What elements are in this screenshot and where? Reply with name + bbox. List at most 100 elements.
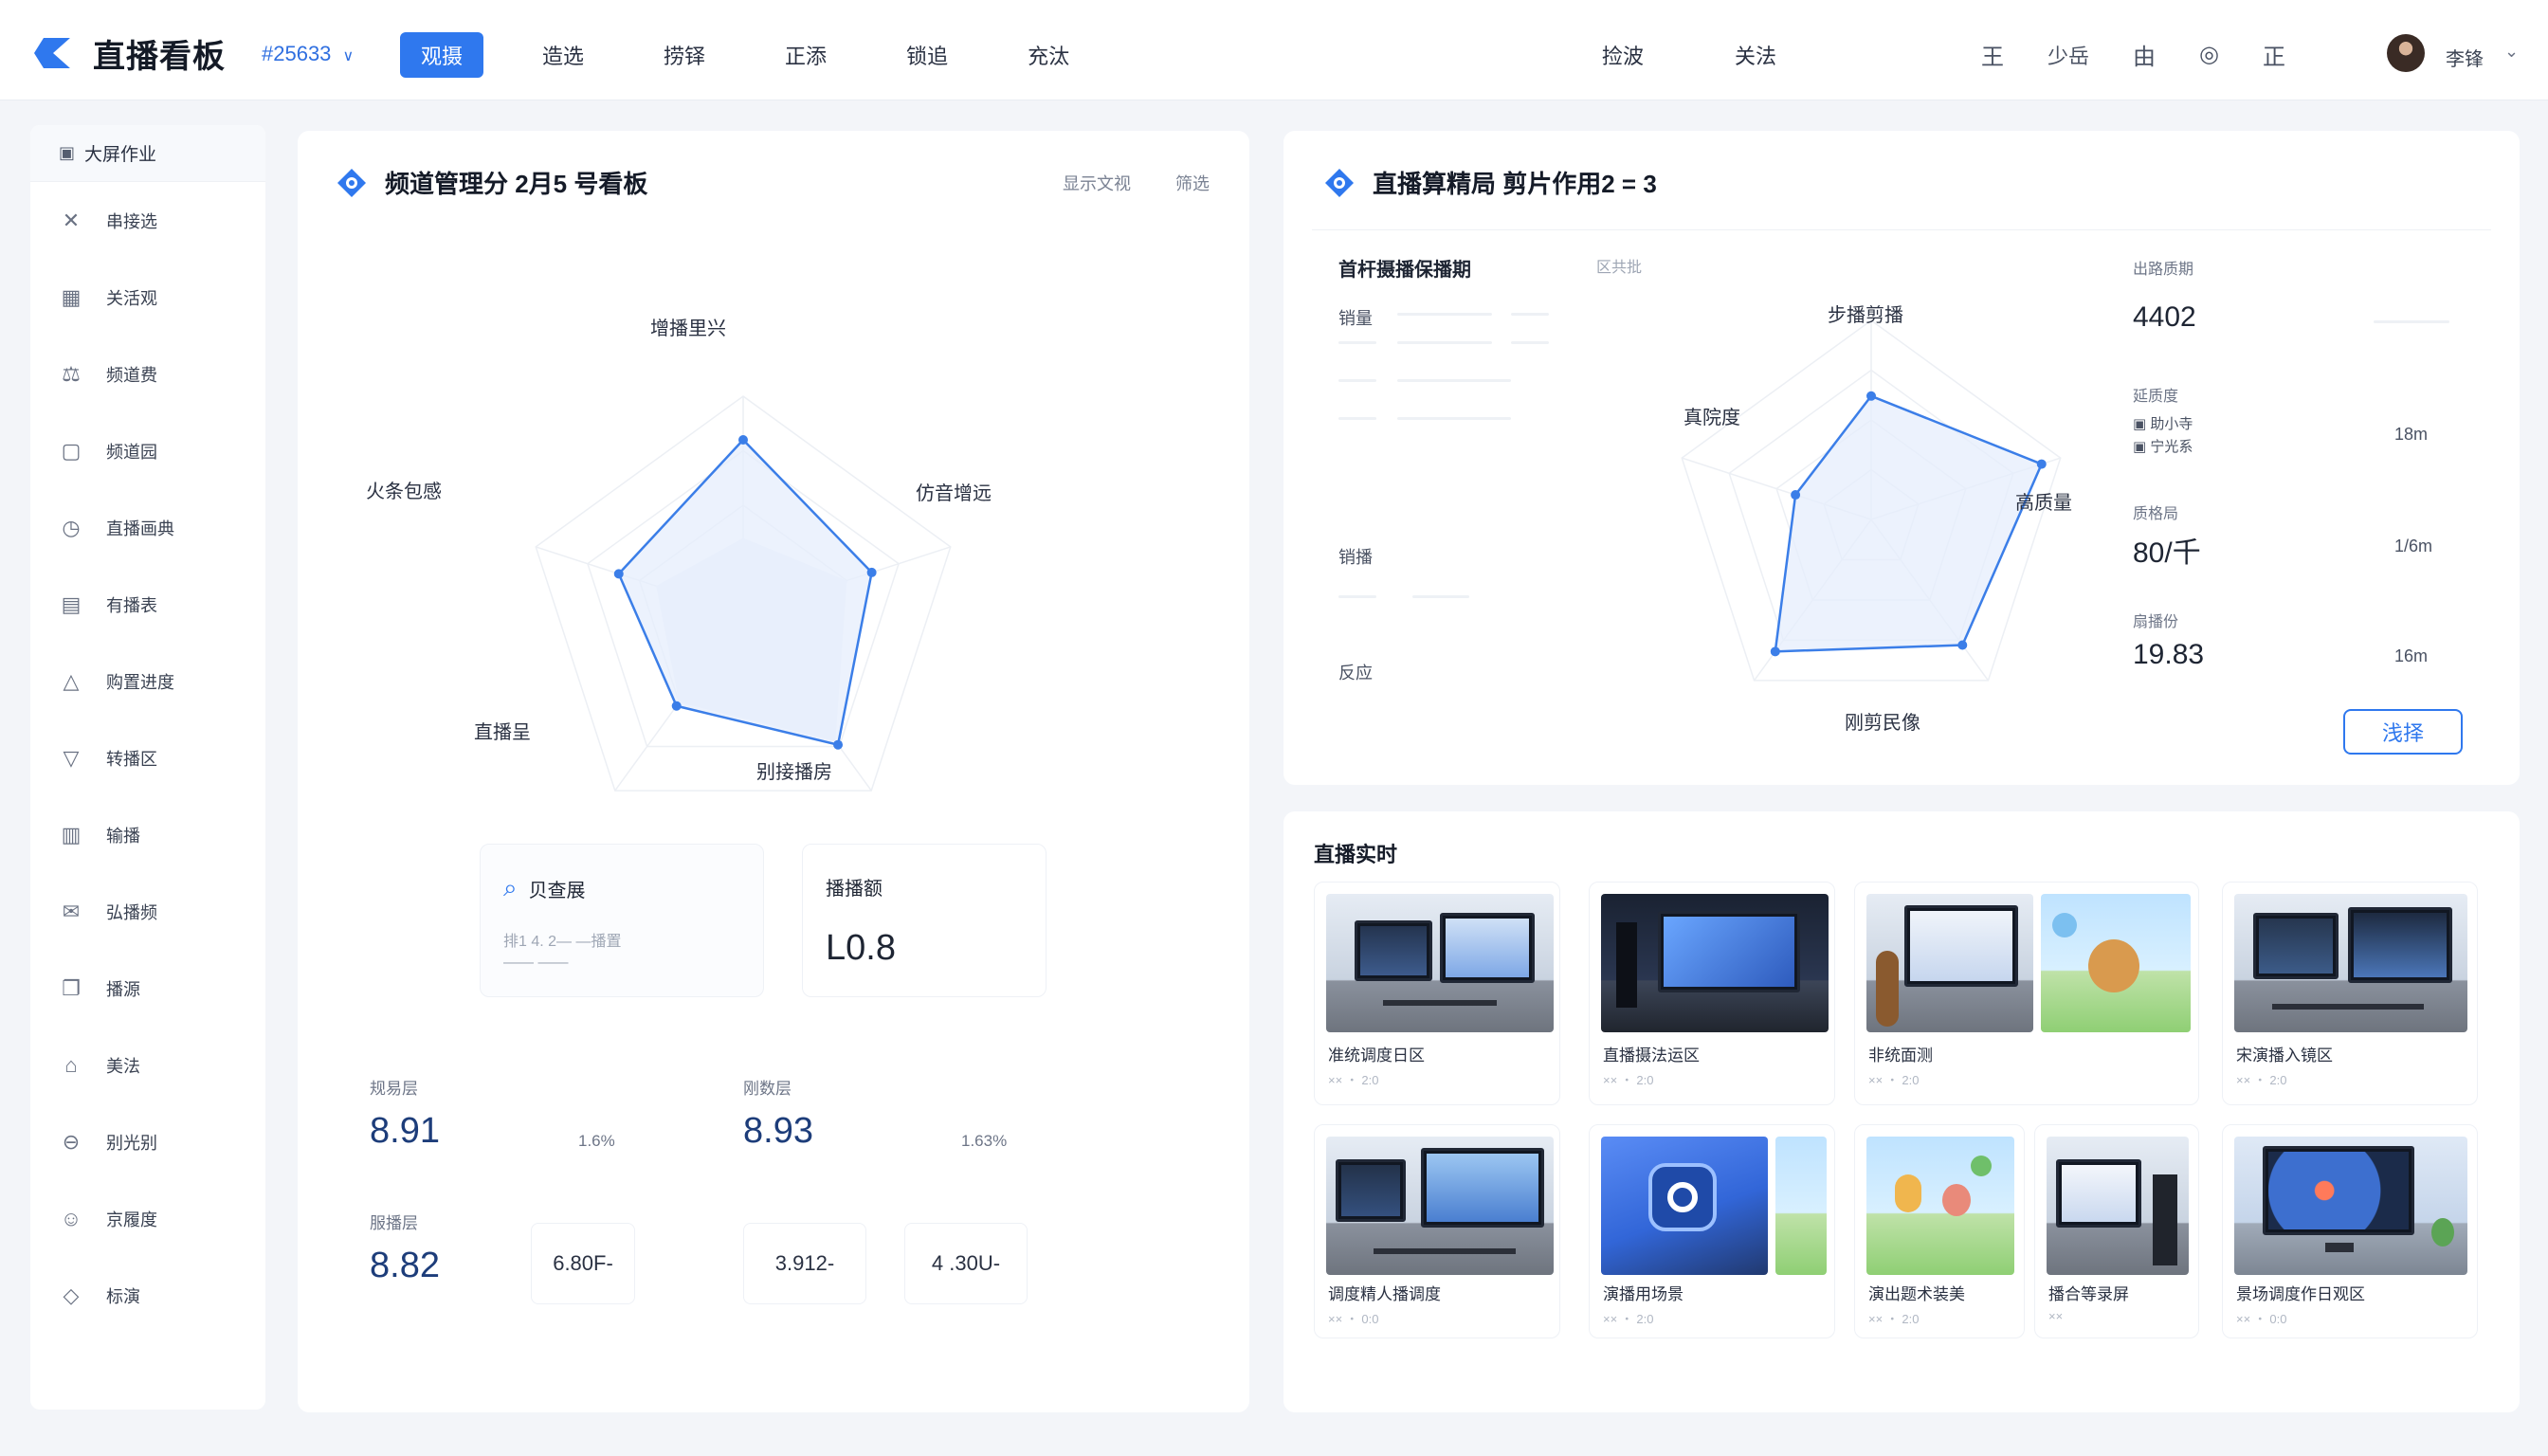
radar-data-point — [671, 701, 682, 711]
sidebar-item-5[interactable]: ◷ 直播画典 — [30, 489, 265, 566]
panel-channel-overview: 频道管理分 2月5 号看板 显示文视 筛选 增播里兴 仿音增远 别接播房 直播呈… — [298, 131, 1249, 1412]
sidebar-item-11[interactable]: ❐ 播源 — [30, 950, 265, 1027]
sidebar-item-label: 频道费 — [106, 365, 157, 385]
gallery-tile[interactable]: 演出题术装美 ×× ・ 2:0 — [1854, 1124, 2025, 1338]
avatar[interactable] — [2387, 34, 2425, 72]
toolbar: 王 少岳 由 ◎ 正 — [1981, 38, 2329, 71]
nav-item-6[interactable]: 充汰 — [1007, 32, 1090, 78]
placeholder-line — [1397, 341, 1492, 344]
table-icon: ▥ — [61, 822, 82, 846]
radar-b-label-2: 高质量 — [2015, 493, 2072, 514]
sidebar-item-13[interactable]: ⊖ 别光别 — [30, 1103, 265, 1180]
sidebar-item-8[interactable]: ▽ 转播区 — [30, 719, 265, 796]
tile-subtitle: ×× ・ 2:0 — [1868, 1073, 1920, 1087]
tile-title: 调度精人播调度 — [1328, 1285, 1441, 1303]
gallery-tile[interactable]: 非统面测 ×× ・ 2:0 — [1854, 882, 2199, 1105]
tile-title: 景场调度作日观区 — [2236, 1285, 2365, 1303]
panel-a-link-1[interactable]: 显示文视 — [1063, 174, 1131, 193]
sidebar-item-7[interactable]: △ 购置进度 — [30, 643, 265, 719]
sidebar-item-9[interactable]: ▥ 输播 — [30, 796, 265, 873]
gallery-tile[interactable]: 景场调度作日观区 ×× ・ 0:0 — [2222, 1124, 2478, 1338]
sidebar-item-14[interactable]: ☺ 京履度 — [30, 1180, 265, 1257]
chevron-down-icon[interactable]: ⌄ — [2504, 42, 2519, 62]
radar-data-point — [1791, 490, 1801, 500]
panel-a-title: 频道管理分 2月5 号看板 — [336, 165, 647, 200]
stat-3-side: 1/6m — [2394, 537, 2433, 555]
nav-right-item-2[interactable]: 关法 — [1735, 40, 1776, 70]
nav-item-2[interactable]: 造选 — [521, 32, 605, 78]
nav-item-4[interactable]: 正添 — [764, 32, 847, 78]
thumbnail-image — [1866, 894, 2033, 1032]
tile-subtitle: ×× — [2048, 1309, 2064, 1323]
sidebar-item-label: 关活观 — [106, 288, 157, 308]
sidebar-item-label: 输播 — [106, 826, 140, 846]
placeholder-line — [1412, 595, 1469, 598]
gallery-tile[interactable]: 直播摄法运区 ×× ・ 2:0 — [1589, 882, 1835, 1105]
stat-4-value: 19.83 — [2133, 639, 2205, 670]
metric-3-label: 服播层 — [370, 1214, 418, 1232]
tile-title: 演出题术装美 — [1868, 1285, 1965, 1303]
text-icon[interactable]: 少岳 — [2048, 40, 2089, 70]
radar-data-point — [2036, 459, 2047, 469]
search-title-text: 贝查展 — [528, 880, 586, 901]
search-line-2: —— —— — [503, 955, 569, 971]
tile-subtitle: ×× ・ 2:0 — [1603, 1073, 1654, 1087]
tile-subtitle: ×× ・ 2:0 — [1868, 1312, 1920, 1326]
sidebar-item-label: 弘播频 — [106, 902, 157, 922]
sidebar-item-label: 标演 — [106, 1286, 140, 1306]
sidebar-items: ✕ 串接选 ▦ 关活观 ⚖ 频道费 ▢ 频道园 ◷ 直播画典 ▤ 有播表 △ 购置进度 ▽ 转播区 ▥ 输播 ✉ 弘播… — [30, 182, 265, 1334]
placeholder-line — [1338, 341, 1376, 344]
stat-4-side: 16m — [2394, 646, 2429, 665]
radar-data-point — [738, 435, 748, 445]
select-button[interactable]: 浅择 — [2343, 709, 2463, 755]
nav-item-5[interactable]: 锁追 — [885, 32, 969, 78]
settings-icon[interactable]: ◎ — [2199, 41, 2219, 68]
stat-1-value: 4402 — [2133, 301, 2196, 333]
radar-data-point — [613, 569, 624, 579]
sidebar-item-3[interactable]: ⚖ 频道费 — [30, 336, 265, 412]
project-selector[interactable]: #25633 ∨ — [262, 42, 354, 66]
thumbnail-image — [1601, 1137, 1768, 1275]
sidebar-item-label: 美法 — [106, 1056, 140, 1076]
gallery-tile[interactable]: 宋演播入镜区 ×× ・ 2:0 — [2222, 882, 2478, 1105]
nav-item-1[interactable]: 观摄 — [400, 32, 484, 78]
summary-value: L0.8 — [826, 928, 896, 968]
gallery-tile[interactable]: 调度精人播调度 ×× ・ 0:0 — [1314, 1124, 1560, 1338]
sidebar-item-6[interactable]: ▤ 有播表 — [30, 566, 265, 643]
menu-icon[interactable]: 王 — [1981, 38, 2004, 71]
sidebar-item-15[interactable]: ◇ 标演 — [30, 1257, 265, 1334]
panel-a-links: 显示文视 筛选 — [1023, 171, 1210, 195]
legend-swatch-icon: ▣ — [2133, 439, 2151, 455]
username[interactable]: 李锋 — [2446, 44, 2484, 71]
stat-1-label: 出路质期 — [2133, 262, 2194, 278]
box-icon[interactable]: 由 — [2133, 38, 2156, 71]
placeholder-line — [1511, 313, 1549, 316]
doc-icon[interactable]: 正 — [2263, 38, 2285, 71]
nav-right-item-1[interactable]: 捡波 — [1602, 40, 1644, 70]
gallery-tile[interactable]: 准统调度日区 ×× ・ 2:0 — [1314, 882, 1560, 1105]
sidebar-item-2[interactable]: ▦ 关活观 — [30, 259, 265, 336]
gallery-tile[interactable]: 演播用场景 ×× ・ 2:0 — [1589, 1124, 1835, 1338]
sidebar-header[interactable]: ▣ 大屏作业 — [30, 125, 265, 182]
search-title: ⌕ 贝查展 — [503, 873, 586, 903]
sidebar-item-1[interactable]: ✕ 串接选 — [30, 182, 265, 259]
search-icon: ⌕ — [503, 873, 518, 901]
chevron-down-icon: ∨ — [342, 48, 355, 64]
radar-a-label-1: 增播里兴 — [650, 318, 726, 339]
radar-b-caption: 区共批 — [1596, 260, 1643, 276]
stat-2-side: 18m — [2394, 425, 2429, 444]
search-card[interactable]: ⌕ 贝查展 排1 4. 2— —播置 —— —— — [480, 844, 764, 997]
sidebar-item-10[interactable]: ✉ 弘播频 — [30, 873, 265, 950]
thumbnail-image — [2041, 894, 2191, 1032]
nav-item-3[interactable]: 捞铎 — [643, 32, 726, 78]
minus-circle-icon: ⊖ — [62, 1129, 81, 1154]
sidebar-item-4[interactable]: ▢ 频道园 — [30, 412, 265, 489]
sidebar-item-label: 直播画典 — [106, 519, 174, 538]
radar-data-point — [1866, 391, 1876, 401]
panel-a-link-2[interactable]: 筛选 — [1175, 174, 1210, 193]
table-row-3: 反应 — [1338, 664, 1373, 682]
sidebar-item-label: 转播区 — [106, 749, 157, 769]
scale-icon: ⚖ — [62, 361, 81, 386]
sidebar-item-12[interactable]: ⌂ 美法 — [30, 1027, 265, 1103]
gallery-tile[interactable]: 播合等录屏 ×× — [2034, 1124, 2199, 1338]
